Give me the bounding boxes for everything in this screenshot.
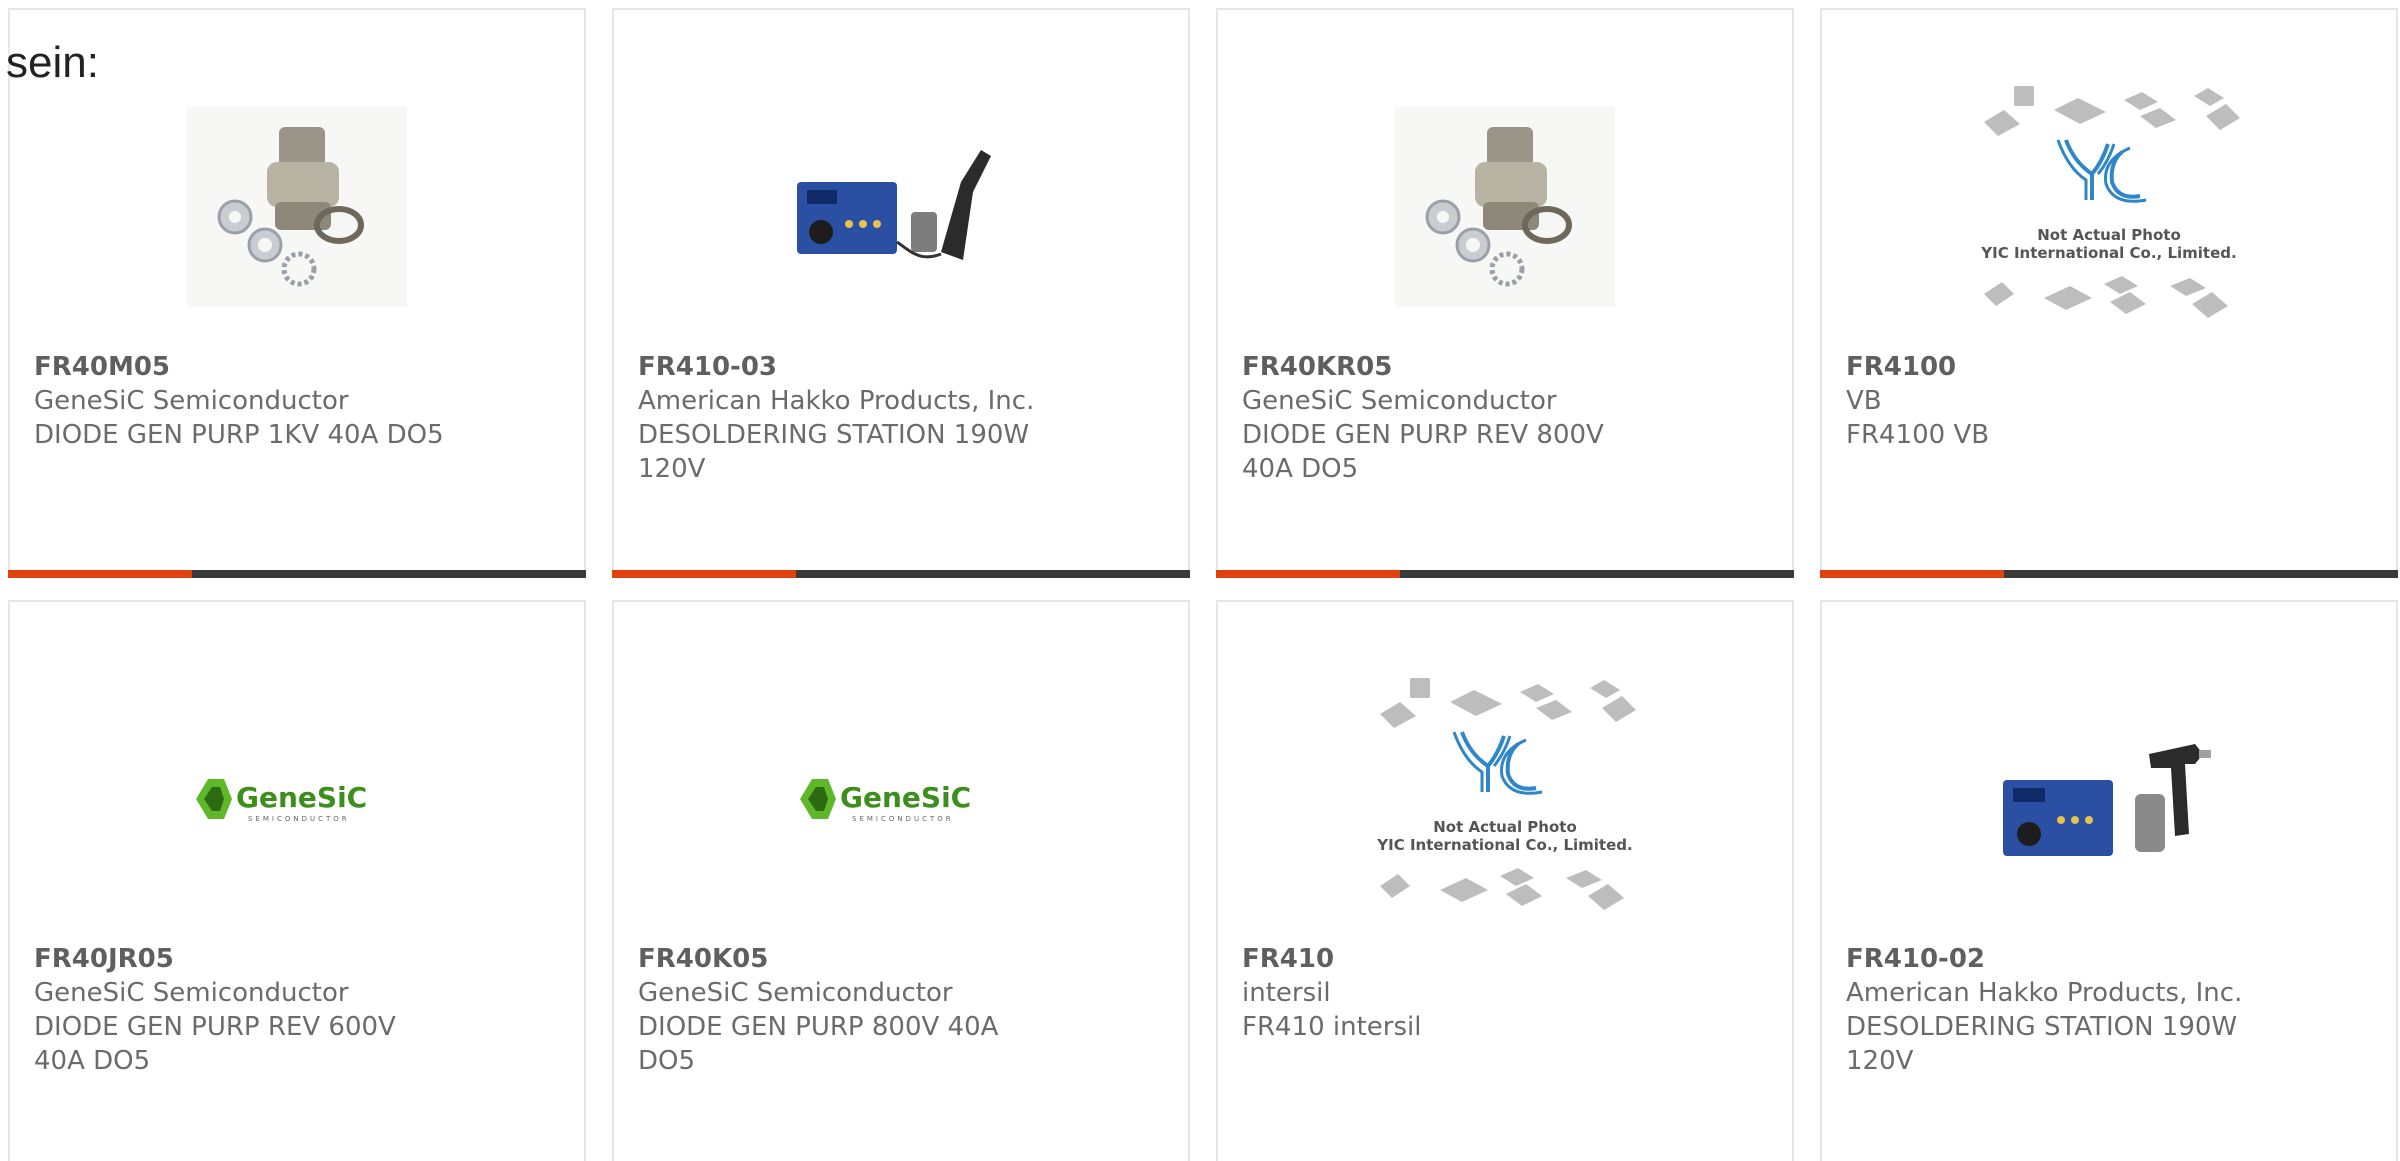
description: DIODE GEN PURP REV 800V 40A DO5 xyxy=(1242,420,1604,484)
manufacturer: American Hakko Products, Inc. xyxy=(638,386,1035,416)
part-number[interactable]: FR40JR05 xyxy=(34,942,454,976)
manufacturer: GeneSiC Semiconductor xyxy=(34,386,349,416)
part-number[interactable]: FR4100 xyxy=(1846,350,2266,384)
description: FR410 intersil xyxy=(1242,1012,1422,1042)
product-card[interactable]: FR410-02 American Hakko Products, Inc. D… xyxy=(1820,600,2398,1161)
manufacturer: GeneSiC Semiconductor xyxy=(34,978,349,1008)
product-info: FR4100 VB FR4100 VB xyxy=(1846,350,2266,452)
product-grid: FR40M05 GeneSiC Semiconductor DIODE GEN … xyxy=(8,8,2398,1161)
product-image[interactable] xyxy=(1822,654,2396,944)
product-info: FR40KR05 GeneSiC Semiconductor DIODE GEN… xyxy=(1242,350,1662,486)
description: FR4100 VB xyxy=(1846,420,1990,450)
manufacturer: VB xyxy=(1846,386,1882,416)
desoldering-station-gun-image xyxy=(2003,744,2211,856)
description: DESOLDERING STATION 190W 120V xyxy=(1846,1012,2238,1076)
part-number[interactable]: FR410-03 xyxy=(638,350,1058,384)
product-info: FR410-03 American Hakko Products, Inc. D… xyxy=(638,350,1058,486)
product-image[interactable]: Not Actual Photo YIC International Co., … xyxy=(1218,654,1792,944)
genesic-logo-image: GeneSiC SEMICONDUCTOR xyxy=(800,779,971,823)
product-info: FR40K05 GeneSiC Semiconductor DIODE GEN … xyxy=(638,942,1058,1078)
product-info: FR410 intersil FR410 intersil xyxy=(1242,942,1662,1044)
product-card[interactable]: FR40KR05 GeneSiC Semiconductor DIODE GEN… xyxy=(1216,8,1794,578)
part-number[interactable]: FR40KR05 xyxy=(1242,350,1662,384)
description: DIODE GEN PURP 800V 40A DO5 xyxy=(638,1012,999,1076)
yic-placeholder-image: Not Actual Photo YIC International Co., … xyxy=(1980,86,2240,318)
product-info: FR40M05 GeneSiC Semiconductor DIODE GEN … xyxy=(34,350,454,452)
product-card[interactable]: Not Actual Photo YIC International Co., … xyxy=(1820,8,2398,578)
logo-subtext: SEMICONDUCTOR xyxy=(852,815,954,823)
overlay-text: sein: xyxy=(6,38,99,87)
part-number[interactable]: FR410 xyxy=(1242,942,1662,976)
product-card[interactable]: FR410-03 American Hakko Products, Inc. D… xyxy=(612,8,1190,578)
product-card[interactable]: Not Actual Photo YIC International Co., … xyxy=(1216,600,1794,1161)
product-image[interactable] xyxy=(614,62,1188,352)
yic-placeholder-image: Not Actual Photo YIC International Co., … xyxy=(1376,678,1636,910)
card-bottom-bar xyxy=(8,570,586,578)
logo-subtext: SEMICONDUCTOR xyxy=(248,815,350,823)
image-caption-line2: YIC International Co., Limited. xyxy=(1980,244,2236,262)
image-caption-line1: Not Actual Photo xyxy=(2037,226,2181,244)
genesic-logo-image: GeneSiC SEMICONDUCTOR xyxy=(196,779,367,823)
image-caption-line2: YIC International Co., Limited. xyxy=(1376,836,1632,854)
manufacturer: American Hakko Products, Inc. xyxy=(1846,978,2243,1008)
description: DIODE GEN PURP 1KV 40A DO5 xyxy=(34,420,444,450)
card-bottom-bar xyxy=(1820,570,2398,578)
product-card[interactable]: FR40M05 GeneSiC Semiconductor DIODE GEN … xyxy=(8,8,586,578)
product-image[interactable] xyxy=(10,62,584,352)
product-image[interactable]: GeneSiC SEMICONDUCTOR xyxy=(614,654,1188,944)
desoldering-station-image xyxy=(797,150,991,260)
diode-stud-image xyxy=(187,107,407,307)
product-card[interactable]: GeneSiC SEMICONDUCTOR FR40K05 GeneSiC Se… xyxy=(612,600,1190,1161)
logo-text: GeneSiC xyxy=(840,781,971,814)
description: DESOLDERING STATION 190W 120V xyxy=(638,420,1030,484)
diode-stud-image xyxy=(1395,107,1615,307)
product-image[interactable]: GeneSiC SEMICONDUCTOR xyxy=(10,654,584,944)
card-bottom-bar xyxy=(1216,570,1794,578)
manufacturer: intersil xyxy=(1242,978,1331,1008)
logo-text: GeneSiC xyxy=(236,781,367,814)
part-number[interactable]: FR40M05 xyxy=(34,350,454,384)
description: DIODE GEN PURP REV 600V 40A DO5 xyxy=(34,1012,396,1076)
product-card[interactable]: GeneSiC SEMICONDUCTOR FR40JR05 GeneSiC S… xyxy=(8,600,586,1161)
product-image[interactable] xyxy=(1218,62,1792,352)
manufacturer: GeneSiC Semiconductor xyxy=(638,978,953,1008)
part-number[interactable]: FR40K05 xyxy=(638,942,1058,976)
manufacturer: GeneSiC Semiconductor xyxy=(1242,386,1557,416)
product-info: FR410-02 American Hakko Products, Inc. D… xyxy=(1846,942,2266,1078)
product-grid-page: sein: FR40M05 GeneSiC Semiconductor DIOD… xyxy=(0,0,2400,1161)
product-image[interactable]: Not Actual Photo YIC International Co., … xyxy=(1822,62,2396,352)
card-bottom-bar xyxy=(612,570,1190,578)
image-caption-line1: Not Actual Photo xyxy=(1433,818,1577,836)
part-number[interactable]: FR410-02 xyxy=(1846,942,2266,976)
product-info: FR40JR05 GeneSiC Semiconductor DIODE GEN… xyxy=(34,942,454,1078)
